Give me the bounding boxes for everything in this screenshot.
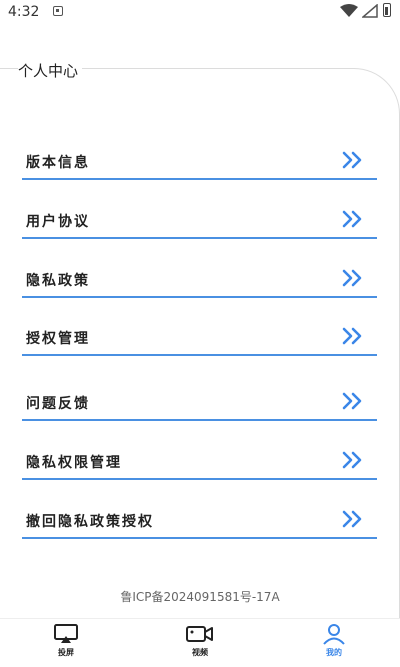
- battery-icon: [383, 3, 391, 17]
- menu-item-revoke-privacy-authorization[interactable]: 撤回隐私政策授权: [22, 505, 377, 539]
- tab-mine[interactable]: 我的: [304, 623, 364, 665]
- menu-item-label: 撤回隐私政策授权: [26, 514, 154, 530]
- menu-item-label: 授权管理: [26, 331, 90, 347]
- menu-item-authorization-management[interactable]: 授权管理: [22, 322, 377, 356]
- menu-item-version-info[interactable]: 版本信息: [22, 146, 377, 180]
- double-chevron-right-icon: [342, 510, 362, 528]
- notification-icon: [53, 6, 63, 16]
- wifi-icon: [340, 4, 358, 17]
- tab-cast[interactable]: 投屏: [36, 623, 96, 665]
- bottom-tab-bar: 投屏 视频 我的: [0, 618, 400, 667]
- video-camera-icon: [186, 626, 213, 642]
- double-chevron-right-icon: [342, 327, 362, 345]
- double-chevron-right-icon: [342, 392, 362, 410]
- menu-item-label: 用户协议: [26, 214, 90, 230]
- double-chevron-right-icon: [342, 210, 362, 228]
- tab-label: 视频: [192, 648, 208, 657]
- double-chevron-right-icon: [342, 151, 362, 169]
- status-time: 4:32: [8, 4, 40, 20]
- status-bar: 4:32: [0, 0, 400, 26]
- menu-item-label: 隐私权限管理: [26, 455, 122, 471]
- tab-video[interactable]: 视频: [170, 623, 230, 665]
- double-chevron-right-icon: [342, 269, 362, 287]
- menu-item-label: 版本信息: [26, 155, 90, 171]
- user-icon: [323, 624, 345, 645]
- double-chevron-right-icon: [342, 451, 362, 469]
- menu-item-feedback[interactable]: 问题反馈: [22, 387, 377, 421]
- menu-item-privacy-policy[interactable]: 隐私政策: [22, 264, 377, 298]
- menu-item-label: 问题反馈: [26, 396, 90, 412]
- signal-icon: [362, 4, 378, 18]
- menu-item-privacy-permission-management[interactable]: 隐私权限管理: [22, 446, 377, 480]
- page-title: 个人中心: [18, 60, 83, 81]
- icp-license: 鲁ICP备2024091581号-17A: [120, 590, 280, 604]
- menu-item-user-agreement[interactable]: 用户协议: [22, 205, 377, 239]
- cast-icon: [54, 624, 78, 643]
- menu-item-label: 隐私政策: [26, 273, 90, 289]
- tab-label: 我的: [326, 648, 342, 657]
- tab-label: 投屏: [58, 648, 74, 657]
